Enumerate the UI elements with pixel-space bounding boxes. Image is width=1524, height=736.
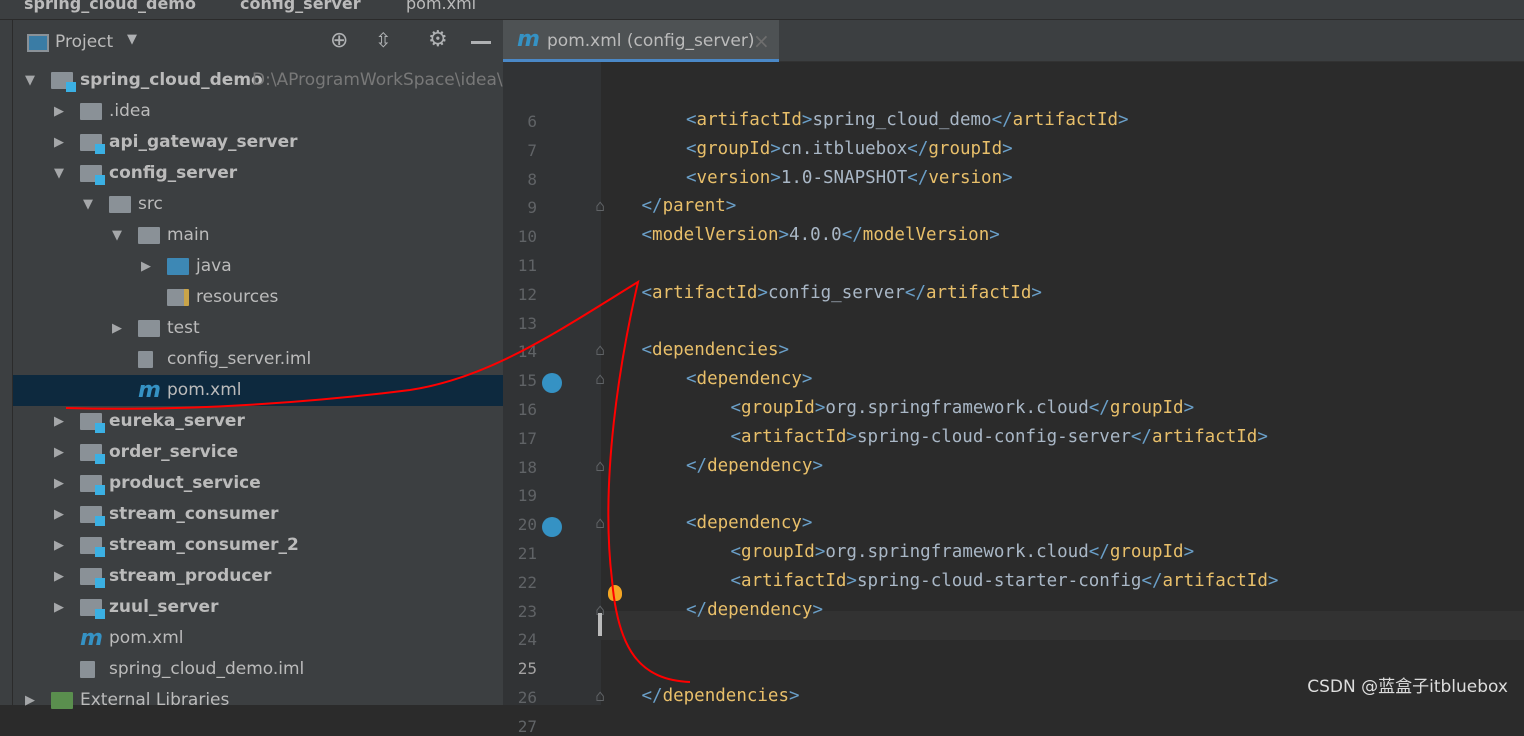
red-annotation xyxy=(65,279,691,683)
watermark: CSDN @蓝盒子itbluebox xyxy=(1307,677,1508,697)
annotation-arrow-stroke xyxy=(65,279,691,683)
line-number: 27 xyxy=(517,716,537,736)
